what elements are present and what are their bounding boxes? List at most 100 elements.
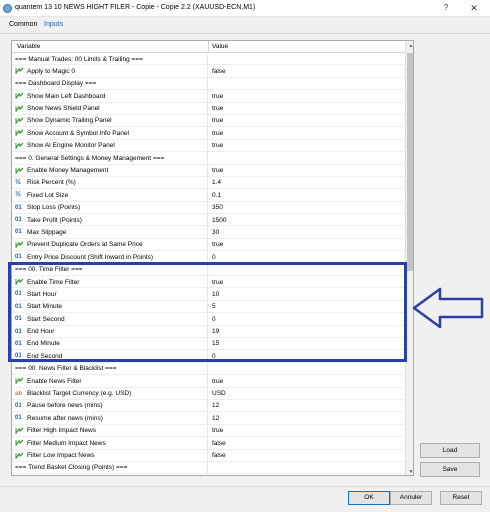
vertical-scrollbar[interactable]: ▲ ▼ — [405, 41, 413, 475]
value-cell[interactable]: true — [212, 117, 223, 124]
value-cell[interactable]: 0 — [212, 353, 216, 360]
variable-label: Risk Percent (%) — [27, 179, 76, 187]
value-cell[interactable]: true — [212, 93, 223, 100]
input-row[interactable]: 01 Pause before news (mins) 12 — [12, 399, 405, 413]
input-row[interactable]: Enable Time Filter true — [12, 276, 405, 289]
load-button[interactable]: Load — [420, 443, 480, 458]
value-cell[interactable]: true — [212, 378, 223, 385]
value-cell[interactable]: true — [212, 105, 223, 112]
tab-inputs[interactable]: Inputs — [44, 21, 63, 28]
value-cell[interactable]: 350 — [212, 204, 223, 211]
input-row[interactable]: 01 Stop Loss (Points) 350 — [12, 201, 405, 215]
input-row[interactable]: 01 Take Profit (Points) 1500 — [12, 214, 405, 227]
scroll-down-arrow-icon[interactable]: ▼ — [406, 467, 413, 475]
help-button[interactable]: ? — [436, 2, 456, 14]
value-cell[interactable]: 12 — [212, 402, 219, 409]
section-header-row[interactable]: === Dashboard Display === — [12, 77, 405, 91]
close-button[interactable]: ✕ — [464, 2, 484, 14]
scroll-thumb[interactable] — [407, 53, 413, 271]
value-cell[interactable]: true — [212, 279, 223, 286]
input-row[interactable]: ab Blacklist Target Currency (e.g. USD) US… — [12, 387, 405, 400]
input-row[interactable]: 01 Start Hour 10 — [12, 288, 405, 301]
integer-type-icon: 01 — [15, 204, 22, 211]
value-cell[interactable]: 0.1 — [212, 192, 221, 199]
value-cell[interactable]: 1.4 — [212, 179, 221, 186]
column-header-variable[interactable]: Variable — [17, 43, 40, 50]
input-row[interactable]: Show AI Engine Monitor Panel true — [12, 139, 405, 153]
variable-label: End Second — [27, 352, 63, 360]
input-row[interactable]: Enable News Filter true — [12, 375, 405, 388]
variable-cell: === Trend Basket Closing (Points) === — [12, 461, 208, 474]
input-row[interactable]: 01 End Hour 19 — [12, 325, 405, 338]
value-cell[interactable]: 0 — [212, 316, 216, 323]
variable-cell: 01 End Second — [12, 350, 208, 363]
variable-label: Start Minute — [27, 303, 63, 311]
value-cell[interactable]: true — [212, 130, 223, 137]
input-row[interactable]: 01 Entry Price Discount (Shift Inward in … — [12, 251, 405, 264]
variable-cell: Show Account & Symbol Info Panel — [12, 127, 208, 140]
input-row[interactable]: Filter Low Impact News false — [12, 449, 405, 462]
value-cell[interactable]: 15 — [212, 340, 219, 347]
column-divider[interactable] — [208, 41, 209, 53]
input-row[interactable]: 01 Resume after news (mins) 12 — [12, 412, 405, 425]
variable-cell: 01 Start Minute — [12, 300, 208, 313]
value-cell[interactable]: true — [212, 241, 223, 248]
input-row[interactable]: Show News Shield Panel true — [12, 102, 405, 115]
section-header-row[interactable]: === Manual Trades: 00 Limits & Trailing … — [12, 53, 405, 66]
input-row[interactable]: 01 End Second 0 — [12, 350, 405, 363]
integer-type-icon: 01 — [15, 303, 22, 310]
dialog-footer: OK Annuler Reset — [0, 486, 490, 512]
input-row[interactable]: Show Dynamic Trailing Panel true — [12, 114, 405, 128]
save-button[interactable]: Save — [420, 462, 480, 477]
input-row[interactable]: Prevent Duplicate Orders at Same Price tr… — [12, 238, 405, 252]
ok-button[interactable]: OK — [348, 491, 390, 505]
value-cell[interactable]: true — [212, 427, 223, 434]
value-cell[interactable]: USD — [212, 390, 226, 397]
input-row[interactable]: ½ Risk Percent (%) 1.4 — [12, 176, 405, 190]
variable-cell: === 00. News Filter & Blacklist === — [12, 362, 208, 375]
value-cell[interactable]: false — [212, 68, 226, 75]
input-row[interactable]: Filter High Impact News true — [12, 424, 405, 438]
input-row[interactable]: Apply to Magic 0 false — [12, 65, 405, 78]
input-row[interactable]: Show Main Left Dashboard true — [12, 90, 405, 103]
variable-cell: Enable Time Filter — [12, 276, 208, 289]
value-cell[interactable]: 30 — [212, 229, 219, 236]
input-row[interactable]: 01 End Minute 15 — [12, 337, 405, 351]
variable-cell: === 0. General Settings & Money Manageme… — [12, 152, 208, 165]
value-cell[interactable]: 10 — [212, 291, 219, 298]
bool-flag-icon — [15, 117, 25, 125]
section-header-row[interactable]: === 0. General Settings & Money Manageme… — [12, 152, 405, 165]
cancel-button[interactable]: Annuler — [390, 491, 432, 505]
column-header-value[interactable]: Value — [212, 43, 228, 50]
scroll-up-arrow-icon[interactable]: ▲ — [406, 41, 413, 51]
input-row[interactable]: ½ Fixed Lot Size 0.1 — [12, 189, 405, 202]
value-cell[interactable]: true — [212, 167, 223, 174]
tab-common[interactable]: Common — [9, 21, 37, 28]
input-row[interactable]: Show Account & Symbol Info Panel true — [12, 127, 405, 140]
value-cell[interactable]: false — [212, 440, 226, 447]
variable-cell: Prevent Duplicate Orders at Same Price — [12, 238, 208, 251]
reset-button[interactable]: Reset — [440, 491, 482, 505]
value-cell[interactable]: 0 — [212, 254, 216, 261]
value-cell[interactable]: true — [212, 142, 223, 149]
input-row[interactable]: 01 Start Second 0 — [12, 313, 405, 326]
variable-label: Take Profit (Points) — [27, 216, 82, 224]
variable-label: Filter Low Impact News — [27, 452, 95, 459]
value-cell[interactable]: 12 — [212, 415, 219, 422]
tab-bar: Common Inputs — [0, 17, 490, 50]
bool-flag-icon — [15, 129, 25, 137]
input-row[interactable]: Enable Money Management true — [12, 164, 405, 177]
value-cell[interactable]: 5 — [212, 303, 216, 310]
variable-cell: ½ Risk Percent (%) — [12, 176, 208, 189]
section-header-row[interactable]: === 00. Time Filter === — [12, 263, 405, 277]
value-cell[interactable]: 1500 — [212, 217, 226, 224]
double-type-icon: ½ — [15, 191, 21, 199]
section-header-row[interactable]: === Trend Basket Closing (Points) === — [12, 461, 405, 475]
input-row[interactable]: 01 Max Slippage 30 — [12, 226, 405, 239]
value-cell[interactable]: false — [212, 452, 226, 459]
value-cell[interactable]: 19 — [212, 328, 219, 335]
input-row[interactable]: Filter Medium Impact News false — [12, 437, 405, 450]
section-header-row[interactable]: === 00. News Filter & Blacklist === — [12, 362, 405, 376]
input-row[interactable]: 01 Start Minute 5 — [12, 300, 405, 314]
variable-cell: 01 Resume after news (mins) — [12, 412, 208, 425]
